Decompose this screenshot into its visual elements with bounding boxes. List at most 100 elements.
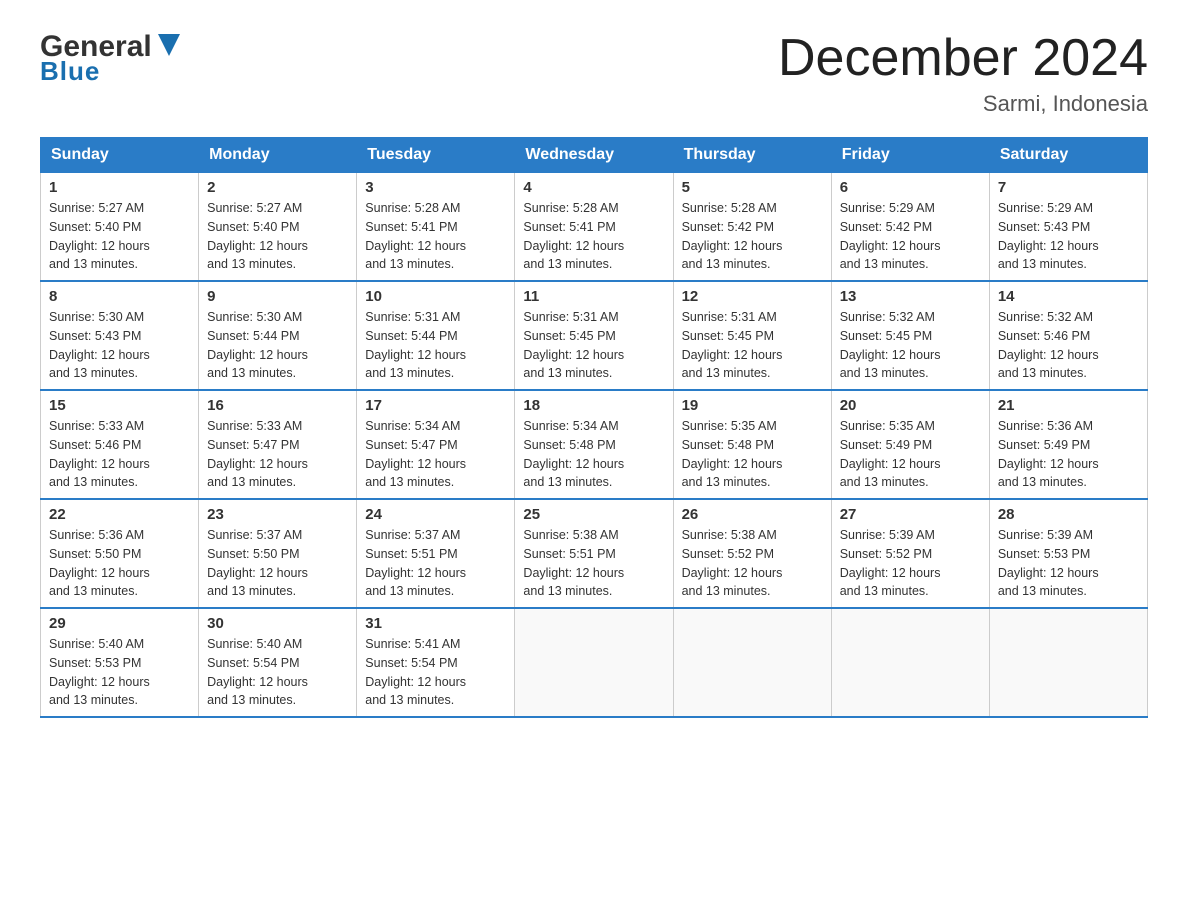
day-info: Sunrise: 5:31 AMSunset: 5:45 PMDaylight:… [682,308,823,383]
day-info: Sunrise: 5:32 AMSunset: 5:45 PMDaylight:… [840,308,981,383]
calendar-cell: 18Sunrise: 5:34 AMSunset: 5:48 PMDayligh… [515,390,673,499]
calendar-header-sunday: Sunday [41,138,199,173]
day-number: 21 [998,397,1139,414]
calendar-cell: 20Sunrise: 5:35 AMSunset: 5:49 PMDayligh… [831,390,989,499]
calendar-cell: 22 Sunrise: 5:36 AMSunset: 5:50 PMDayligh… [41,499,199,608]
day-number: 16 [207,397,348,414]
day-number: 18 [523,397,664,414]
calendar-header-wednesday: Wednesday [515,138,673,173]
day-info: Sunrise: 5:30 AMSunset: 5:44 PMDaylight:… [207,308,348,383]
day-info: Sunrise: 5:37 AMSunset: 5:51 PMDaylight:… [365,526,506,601]
day-info: Sunrise: 5:33 AMSunset: 5:47 PMDaylight:… [207,417,348,492]
calendar-header-saturday: Saturday [989,138,1147,173]
calendar-week-row: 15 Sunrise: 5:33 AMSunset: 5:46 PMDayligh… [41,390,1148,499]
calendar-week-row: 22 Sunrise: 5:36 AMSunset: 5:50 PMDayligh… [41,499,1148,608]
day-number: 15 [49,397,190,414]
day-info: Sunrise: 5:41 AMSunset: 5:54 PMDaylight:… [365,635,506,710]
calendar-cell: 12Sunrise: 5:31 AMSunset: 5:45 PMDayligh… [673,281,831,390]
day-info: Sunrise: 5:32 AMSunset: 5:46 PMDaylight:… [998,308,1139,383]
calendar-cell: 14 Sunrise: 5:32 AMSunset: 5:46 PMDayligh… [989,281,1147,390]
day-number: 14 [998,288,1139,305]
day-number: 31 [365,615,506,632]
calendar-week-row: 29Sunrise: 5:40 AMSunset: 5:53 PMDayligh… [41,608,1148,717]
day-info: Sunrise: 5:36 AMSunset: 5:50 PMDaylight:… [49,526,190,601]
calendar-cell [831,608,989,717]
day-number: 3 [365,179,506,196]
day-info: Sunrise: 5:34 AMSunset: 5:47 PMDaylight:… [365,417,506,492]
day-number: 23 [207,506,348,523]
calendar-cell: 23 Sunrise: 5:37 AMSunset: 5:50 PMDayligh… [199,499,357,608]
day-info: Sunrise: 5:31 AMSunset: 5:44 PMDaylight:… [365,308,506,383]
calendar-cell: 28Sunrise: 5:39 AMSunset: 5:53 PMDayligh… [989,499,1147,608]
day-info: Sunrise: 5:29 AMSunset: 5:43 PMDaylight:… [998,199,1139,274]
day-info: Sunrise: 5:28 AMSunset: 5:42 PMDaylight:… [682,199,823,274]
day-info: Sunrise: 5:38 AMSunset: 5:51 PMDaylight:… [523,526,664,601]
calendar-header-thursday: Thursday [673,138,831,173]
day-info: Sunrise: 5:36 AMSunset: 5:49 PMDaylight:… [998,417,1139,492]
calendar-cell: 15 Sunrise: 5:33 AMSunset: 5:46 PMDayligh… [41,390,199,499]
day-number: 22 [49,506,190,523]
day-info: Sunrise: 5:28 AMSunset: 5:41 PMDaylight:… [523,199,664,274]
day-info: Sunrise: 5:35 AMSunset: 5:48 PMDaylight:… [682,417,823,492]
logo: General Blue [40,30,184,87]
calendar-cell [989,608,1147,717]
day-info: Sunrise: 5:39 AMSunset: 5:53 PMDaylight:… [998,526,1139,601]
page-header: General Blue December 2024 Sarmi, Indone… [40,30,1148,117]
calendar-cell: 4Sunrise: 5:28 AMSunset: 5:41 PMDaylight… [515,173,673,282]
calendar-cell: 5 Sunrise: 5:28 AMSunset: 5:42 PMDaylight… [673,173,831,282]
day-number: 17 [365,397,506,414]
calendar-header-friday: Friday [831,138,989,173]
day-number: 13 [840,288,981,305]
calendar-table: SundayMondayTuesdayWednesdayThursdayFrid… [40,137,1148,718]
day-number: 25 [523,506,664,523]
page-subtitle: Sarmi, Indonesia [778,91,1148,117]
calendar-cell: 30 Sunrise: 5:40 AMSunset: 5:54 PMDayligh… [199,608,357,717]
calendar-header-row: SundayMondayTuesdayWednesdayThursdayFrid… [41,138,1148,173]
day-info: Sunrise: 5:35 AMSunset: 5:49 PMDaylight:… [840,417,981,492]
calendar-cell: 19 Sunrise: 5:35 AMSunset: 5:48 PMDayligh… [673,390,831,499]
day-number: 30 [207,615,348,632]
calendar-cell: 2 Sunrise: 5:27 AMSunset: 5:40 PMDaylight… [199,173,357,282]
calendar-cell: 3Sunrise: 5:28 AMSunset: 5:41 PMDaylight… [357,173,515,282]
day-info: Sunrise: 5:30 AMSunset: 5:43 PMDaylight:… [49,308,190,383]
calendar-cell: 27 Sunrise: 5:39 AMSunset: 5:52 PMDayligh… [831,499,989,608]
day-number: 10 [365,288,506,305]
calendar-week-row: 8Sunrise: 5:30 AMSunset: 5:43 PMDaylight… [41,281,1148,390]
day-info: Sunrise: 5:29 AMSunset: 5:42 PMDaylight:… [840,199,981,274]
day-info: Sunrise: 5:33 AMSunset: 5:46 PMDaylight:… [49,417,190,492]
day-info: Sunrise: 5:40 AMSunset: 5:54 PMDaylight:… [207,635,348,710]
day-number: 5 [682,179,823,196]
title-block: December 2024 Sarmi, Indonesia [778,30,1148,117]
calendar-cell: 10 Sunrise: 5:31 AMSunset: 5:44 PMDayligh… [357,281,515,390]
calendar-header-monday: Monday [199,138,357,173]
calendar-cell: 25 Sunrise: 5:38 AMSunset: 5:51 PMDayligh… [515,499,673,608]
day-number: 11 [523,288,664,305]
calendar-cell: 9Sunrise: 5:30 AMSunset: 5:44 PMDaylight… [199,281,357,390]
logo-blue: Blue [40,56,100,87]
day-info: Sunrise: 5:31 AMSunset: 5:45 PMDaylight:… [523,308,664,383]
day-info: Sunrise: 5:27 AMSunset: 5:40 PMDaylight:… [207,199,348,274]
page-title: December 2024 [778,30,1148,87]
calendar-cell: 7 Sunrise: 5:29 AMSunset: 5:43 PMDaylight… [989,173,1147,282]
day-info: Sunrise: 5:38 AMSunset: 5:52 PMDaylight:… [682,526,823,601]
day-info: Sunrise: 5:39 AMSunset: 5:52 PMDaylight:… [840,526,981,601]
day-number: 19 [682,397,823,414]
day-info: Sunrise: 5:37 AMSunset: 5:50 PMDaylight:… [207,526,348,601]
day-number: 2 [207,179,348,196]
calendar-cell: 31 Sunrise: 5:41 AMSunset: 5:54 PMDayligh… [357,608,515,717]
day-number: 1 [49,179,190,196]
day-number: 29 [49,615,190,632]
calendar-cell: 8Sunrise: 5:30 AMSunset: 5:43 PMDaylight… [41,281,199,390]
calendar-cell: 16 Sunrise: 5:33 AMSunset: 5:47 PMDayligh… [199,390,357,499]
day-number: 7 [998,179,1139,196]
day-number: 27 [840,506,981,523]
day-number: 24 [365,506,506,523]
calendar-cell [515,608,673,717]
calendar-cell [673,608,831,717]
calendar-week-row: 1 Sunrise: 5:27 AMSunset: 5:40 PMDaylight… [41,173,1148,282]
calendar-cell: 17 Sunrise: 5:34 AMSunset: 5:47 PMDayligh… [357,390,515,499]
calendar-cell: 13 Sunrise: 5:32 AMSunset: 5:45 PMDayligh… [831,281,989,390]
day-info: Sunrise: 5:27 AMSunset: 5:40 PMDaylight:… [49,199,190,274]
calendar-header-tuesday: Tuesday [357,138,515,173]
logo-arrow-icon [154,30,184,60]
